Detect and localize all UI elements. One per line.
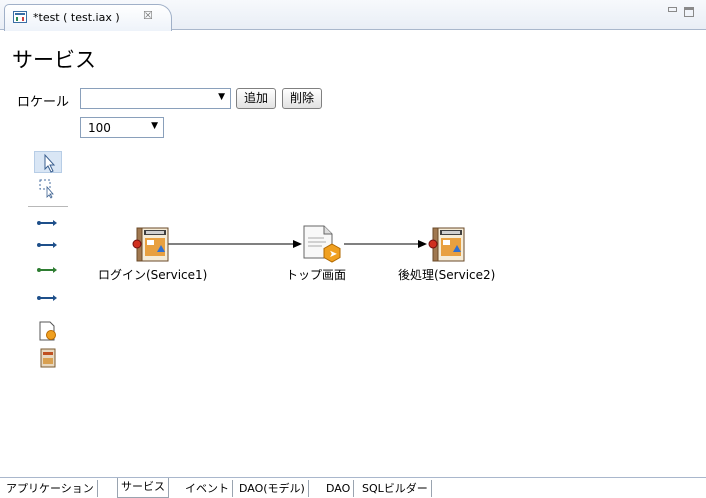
service-node-login[interactable] xyxy=(131,227,169,263)
tab-application[interactable]: アプリケーション xyxy=(3,480,98,497)
service-node-post[interactable] xyxy=(427,227,465,263)
bottom-tab-bar: アプリケーション サービス イベント DAO(モデル) DAO SQLビルダー xyxy=(0,477,706,498)
tab-event[interactable]: イベント xyxy=(182,480,233,497)
tab-dao[interactable]: DAO xyxy=(323,480,355,497)
tab-dao-model[interactable]: DAO(モデル) xyxy=(236,480,309,497)
screen-page-icon: ➤ xyxy=(303,225,341,263)
tab-sql-builder[interactable]: SQLビルダー xyxy=(359,480,432,497)
service-icon xyxy=(428,227,465,262)
screen-node-top[interactable]: ➤ xyxy=(300,224,341,263)
diagram-canvas[interactable] xyxy=(0,0,706,497)
svg-text:➤: ➤ xyxy=(329,249,337,260)
node-label-post: 後処理(Service2) xyxy=(398,268,496,282)
node-label-login: ログイン(Service1) xyxy=(98,268,208,282)
service-icon xyxy=(132,227,169,262)
connector-arrowhead xyxy=(418,240,427,248)
node-label-top: トップ画面 xyxy=(286,268,347,282)
tab-service[interactable]: サービス xyxy=(117,478,169,498)
